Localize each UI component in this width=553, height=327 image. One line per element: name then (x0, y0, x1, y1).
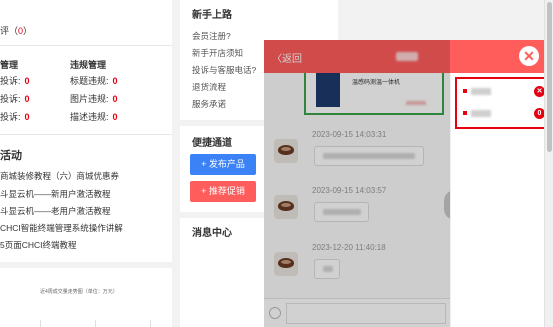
message-bubble[interactable] (314, 259, 340, 279)
contact-name (471, 88, 491, 95)
contact-item[interactable]: 0 (459, 104, 545, 124)
violation-header: 违规管理 (70, 60, 107, 70)
close-icon[interactable]: ✕ (519, 46, 539, 66)
guide-link[interactable]: 新手开店须知 (192, 47, 243, 59)
review-count: 评（0） (0, 26, 33, 36)
chart-gridline (95, 320, 96, 327)
quick-title: 便捷通道 (192, 138, 232, 149)
guide-link[interactable]: 服务承诺 (192, 98, 226, 110)
chat-input-bar (264, 298, 450, 327)
chart-gridline (150, 320, 151, 327)
recommend-promo-button[interactable]: + 推荐促销 (190, 181, 256, 202)
contact-list: ✕ 0 (450, 73, 550, 327)
activity-item[interactable]: 斗显云机——老用户激活教程 (0, 205, 111, 217)
chart-gridline (40, 320, 41, 327)
chat-header: 〈返回 ✕ (264, 40, 550, 73)
page-scrollbar[interactable] (544, 0, 553, 327)
contact-dot (463, 111, 467, 115)
divider (0, 45, 172, 46)
avatar (274, 139, 298, 163)
activity-title: 活动 (0, 150, 22, 162)
message-timestamp: 2023-09-15 14:03:57 (312, 186, 387, 195)
complaint-row-2[interactable]: 投诉: 0 (0, 92, 30, 105)
divider (0, 262, 172, 268)
desc-violation[interactable]: 描述违规: 0 (70, 110, 118, 123)
message-timestamp: 2023-09-15 14:03:31 (312, 130, 387, 139)
message-bubble[interactable] (314, 146, 424, 166)
right-strip (338, 0, 553, 40)
activity-item[interactable]: 5页面CHCI终端教程 (0, 239, 77, 251)
avatar (274, 195, 298, 219)
message-input[interactable] (286, 303, 446, 324)
product-price (406, 101, 426, 105)
contact-dot (463, 89, 467, 93)
chat-title (396, 52, 418, 61)
chart-caption: 近4周成交量走势图（单位：万元） (40, 289, 118, 295)
activity-item[interactable]: CHCI智能终端管理系统操作讲解 (0, 222, 123, 234)
complaint-row-3[interactable]: 投诉: 0 (0, 110, 30, 123)
contact-item[interactable]: ✕ (459, 82, 545, 102)
avatar (274, 252, 298, 276)
title-violation[interactable]: 标题违规: 0 (70, 74, 118, 87)
product-name: 温感码测温一体机 (352, 80, 401, 86)
message-bubble[interactable] (314, 202, 369, 222)
guide-link[interactable]: 退货流程 (192, 81, 226, 93)
activity-item[interactable]: 斗显云机——新用户激活教程 (0, 188, 111, 200)
message-timestamp: 2023-12-20 11:40:18 (312, 243, 386, 252)
guide-link[interactable]: 会员注册? (192, 30, 231, 42)
guide-title: 新手上路 (192, 10, 232, 21)
activity-item[interactable]: 商城装修教程（六）商城优惠券 (0, 170, 119, 182)
guide-link[interactable]: 投诉与客服电话? (192, 64, 256, 76)
divider (0, 134, 172, 135)
publish-product-button[interactable]: + 发布产品 (190, 154, 256, 175)
message-center-title: 消息中心 (192, 228, 232, 239)
emoji-icon[interactable] (269, 307, 281, 319)
scrollbar-thumb[interactable] (547, 2, 552, 152)
product-card[interactable]: 温感码测温一体机 (304, 73, 444, 115)
complaint-row-1[interactable]: 投诉: 0 (0, 74, 30, 87)
complaint-header: 管理 (0, 60, 19, 70)
contact-list-highlight: ✕ 0 (455, 77, 548, 129)
image-violation[interactable]: 图片违规: 0 (70, 92, 118, 105)
contact-name (471, 110, 491, 117)
chat-modal: 〈返回 ✕ 温感码测温一体机 2023-09-15 14:03:31 2023-… (264, 40, 550, 327)
product-image (316, 73, 340, 107)
back-button[interactable]: 〈返回 (272, 50, 302, 65)
left-panel (0, 0, 172, 327)
chat-history[interactable]: 温感码测温一体机 2023-09-15 14:03:31 2023-09-15 … (264, 73, 450, 298)
